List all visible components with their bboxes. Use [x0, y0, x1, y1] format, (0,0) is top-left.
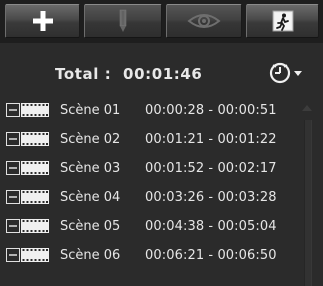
scene-name: Scène 03	[60, 161, 121, 176]
clock-icon	[269, 62, 302, 84]
scrollbar[interactable]	[298, 98, 316, 286]
exit-icon	[272, 10, 293, 32]
scene-row[interactable]: Scène 01 00:00:28 - 00:00:51	[0, 98, 300, 122]
scene-row[interactable]: Scène 04 00:03:26 - 00:03:28	[0, 185, 300, 209]
scroll-track[interactable]	[304, 120, 312, 286]
scene-name: Scène 06	[60, 248, 121, 263]
film-strip-icon	[6, 103, 49, 117]
toolbar	[0, 0, 323, 43]
exit-button[interactable]	[246, 4, 319, 38]
view-button[interactable]	[166, 4, 242, 38]
scene-range: 00:01:52 - 00:02:17	[145, 161, 277, 176]
film-strip-icon	[6, 219, 49, 233]
scene-row[interactable]: Scène 05 00:04:38 - 00:05:04	[0, 214, 300, 238]
scene-range: 00:00:28 - 00:00:51	[145, 103, 277, 118]
scene-list: Scène 01 00:00:28 - 00:00:51 Scène 02 00…	[0, 98, 300, 286]
plus-icon	[32, 11, 53, 31]
film-strip-icon	[6, 161, 49, 175]
scene-row[interactable]: Scène 03 00:01:52 - 00:02:17	[0, 156, 300, 180]
scene-row[interactable]: Scène 02 00:01:21 - 00:01:22	[0, 127, 300, 151]
film-strip-icon	[6, 248, 49, 262]
film-strip-icon	[6, 132, 49, 146]
add-button[interactable]	[5, 4, 80, 38]
eye-icon	[187, 14, 221, 28]
clock-menu-button[interactable]	[268, 61, 316, 85]
total-row: Total : 00:01:46	[0, 58, 323, 88]
scene-name: Scène 05	[60, 219, 121, 234]
scene-range: 00:01:21 - 00:01:22	[145, 132, 277, 147]
film-strip-icon	[6, 190, 49, 204]
scene-panel: Total : 00:01:46 Scène 01 00:00:28 - 00:…	[0, 0, 323, 286]
scene-range: 00:04:38 - 00:05:04	[145, 219, 277, 234]
scene-range: 00:03:26 - 00:03:28	[145, 190, 277, 205]
edit-button[interactable]	[84, 4, 162, 38]
pencil-icon	[119, 9, 127, 32]
scene-name: Scène 01	[60, 103, 121, 118]
scene-name: Scène 04	[60, 190, 121, 205]
scene-name: Scène 02	[60, 132, 121, 147]
caret-down-icon	[294, 71, 302, 76]
total-duration: Total : 00:01:46	[55, 65, 203, 83]
scroll-up-icon[interactable]	[300, 102, 314, 114]
scene-row[interactable]: Scène 06 00:06:21 - 00:06:50	[0, 243, 300, 267]
scene-range: 00:06:21 - 00:06:50	[145, 248, 277, 263]
